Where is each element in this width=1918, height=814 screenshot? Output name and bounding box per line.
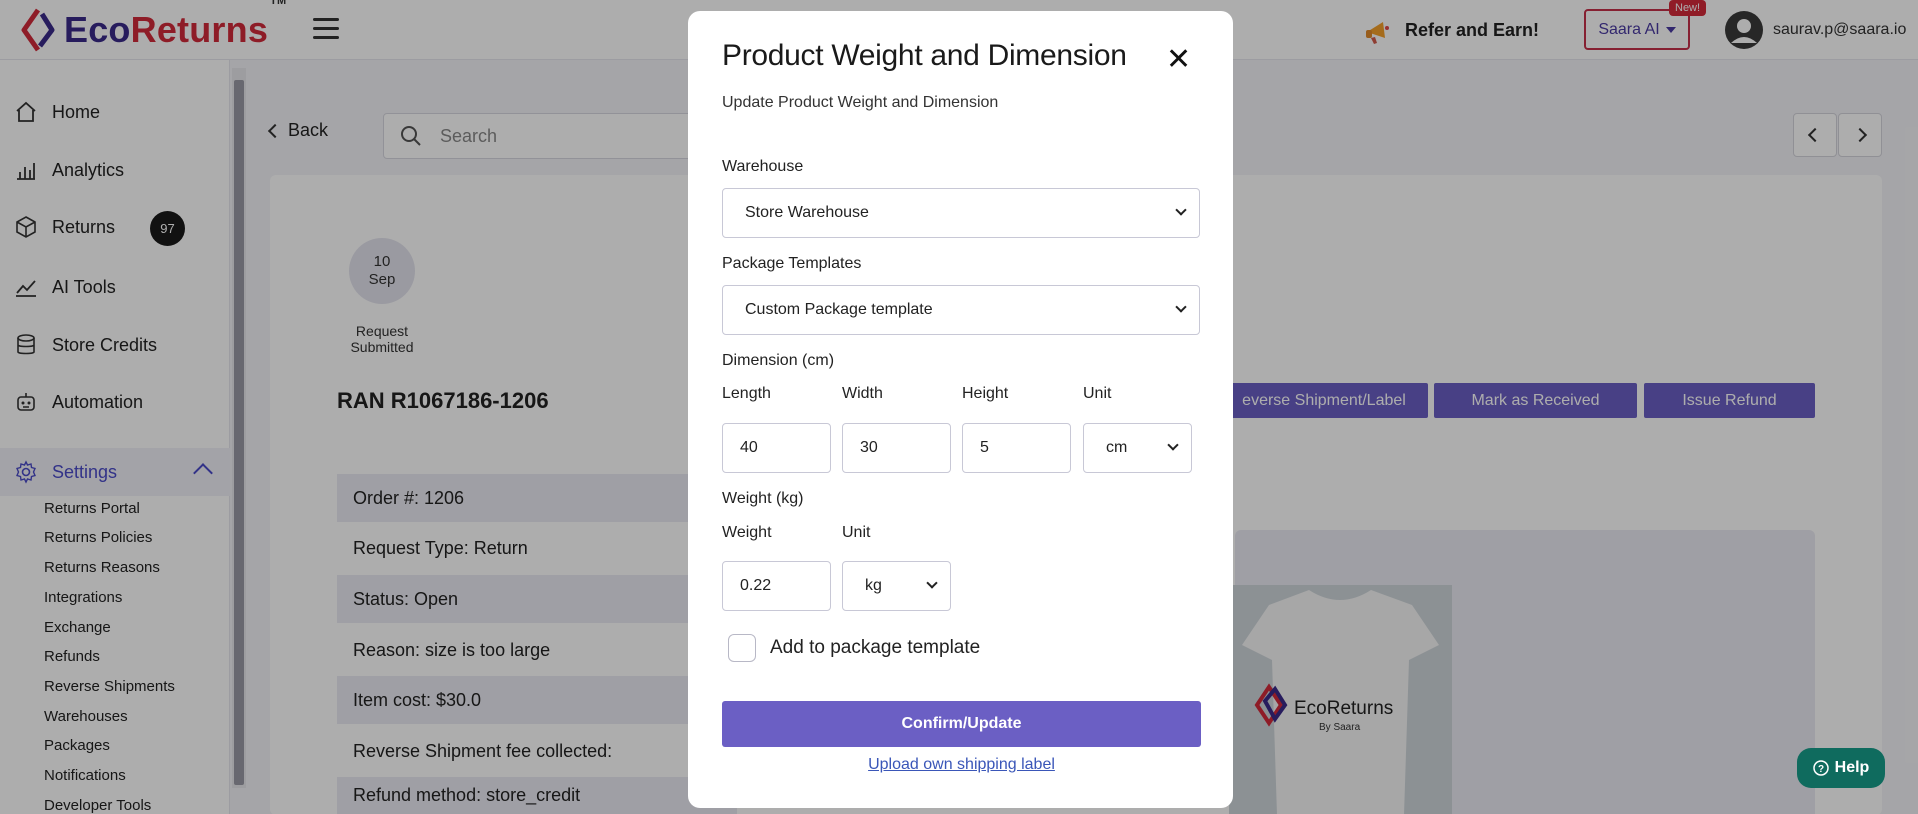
height-input[interactable] [962,423,1071,473]
modal-title: Product Weight and Dimension [722,39,1127,72]
weight-label: Weight [722,524,772,541]
width-label: Width [842,385,883,402]
height-label: Height [962,385,1009,402]
help-label: Help [1834,759,1870,776]
weight-input[interactable] [722,561,831,611]
weight-unit-label: Unit [842,524,871,541]
add-to-template-label[interactable]: Add to package template [770,637,980,659]
width-input[interactable] [842,423,951,473]
package-template-value: Custom Package template [745,301,933,318]
length-input[interactable] [722,423,831,473]
chevron-down-icon [1167,439,1179,451]
chevron-down-icon [1175,301,1187,313]
modal-subtitle: Update Product Weight and Dimension [722,94,999,111]
upload-shipping-label-link[interactable]: Upload own shipping label [722,756,1201,774]
warehouse-select[interactable]: Store Warehouse [722,188,1200,238]
weight-section-label: Weight (kg) [722,490,804,507]
weight-unit-select[interactable]: kg [842,561,951,611]
chevron-down-icon [926,577,938,589]
length-label: Length [722,385,771,402]
dimension-unit-label: Unit [1083,385,1112,402]
weight-unit-value: kg [865,577,882,594]
warehouse-label: Warehouse [722,158,804,175]
chevron-down-icon [1175,204,1187,216]
dimension-unit-select[interactable]: cm [1083,423,1192,473]
package-templates-label: Package Templates [722,255,862,272]
confirm-update-button[interactable]: Confirm/Update [722,701,1201,747]
help-button[interactable]: ? Help [1797,748,1885,788]
add-to-template-checkbox[interactable] [728,634,756,662]
dimension-unit-value: cm [1106,439,1128,456]
question-icon: ? [1812,760,1829,776]
close-icon[interactable]: ✕ [1166,45,1191,75]
dimension-label: Dimension (cm) [722,352,835,369]
warehouse-value: Store Warehouse [745,204,869,221]
package-template-select[interactable]: Custom Package template [722,285,1200,335]
svg-text:?: ? [1818,764,1824,775]
weight-dimension-modal: Product Weight and Dimension ✕ Update Pr… [688,11,1233,808]
